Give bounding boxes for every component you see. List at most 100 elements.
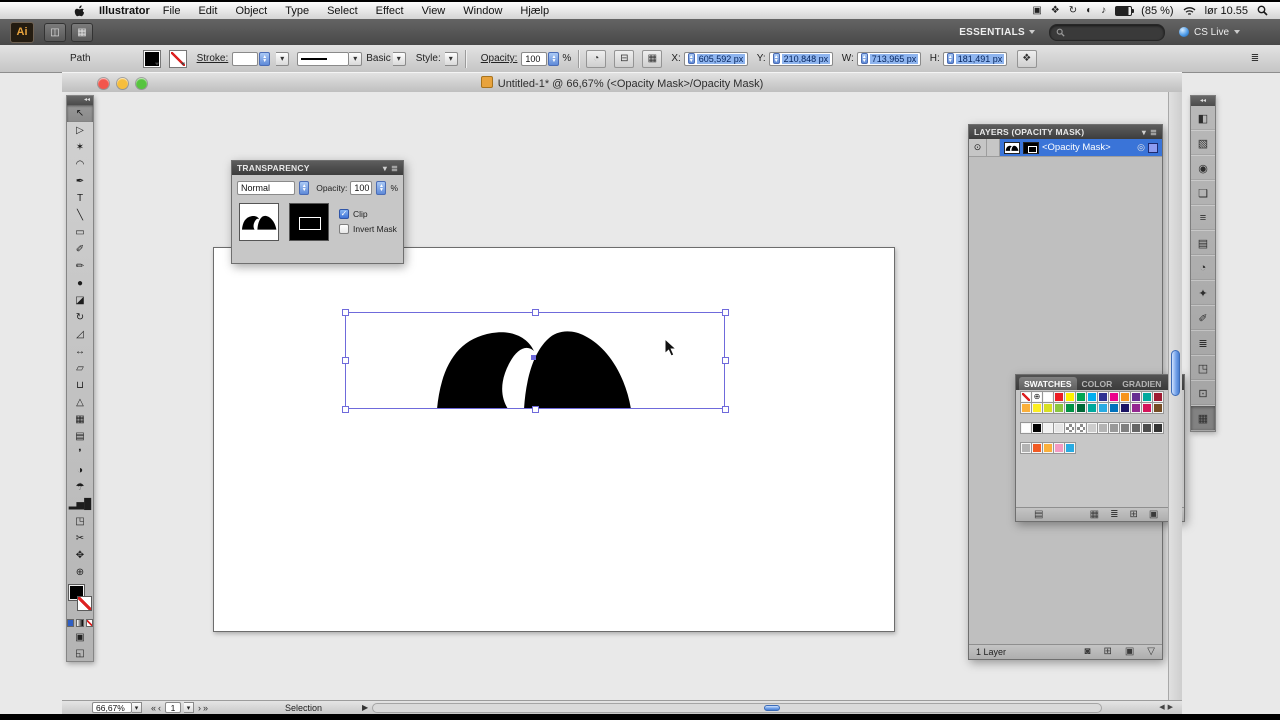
opacity-mask-layer-row[interactable]: <Opacity Mask> — [969, 139, 1162, 157]
opacity-mask-thumbnail[interactable] — [289, 203, 329, 241]
clip-checkbox-row[interactable]: Clip — [339, 209, 397, 219]
gradient-tool[interactable]: ▤ — [67, 428, 93, 445]
width-field[interactable]: 713,965 px — [856, 51, 921, 66]
swatch-libraries-button[interactable]: ▤ — [1034, 509, 1043, 520]
new-swatch-button[interactable]: ▣ — [1149, 509, 1158, 520]
recolor-artwork-button[interactable]: ◔ — [586, 49, 607, 68]
menu-effect[interactable]: Effect — [367, 5, 413, 17]
swatch[interactable] — [1043, 443, 1053, 453]
zoom-level-field[interactable]: 66,67% — [92, 702, 132, 713]
dock-appearance-icon[interactable]: ◉ — [1191, 156, 1215, 181]
go-to-bridge-button[interactable]: ◫ — [44, 22, 66, 42]
new-sublayer-button[interactable]: ⊞ — [1103, 647, 1111, 657]
mask-thumbnail[interactable] — [1023, 141, 1039, 154]
dock-layers-icon[interactable]: ≣ — [1191, 331, 1215, 356]
swatch[interactable] — [1043, 403, 1053, 413]
spaces-menu-icon[interactable]: ❖ — [1051, 5, 1060, 16]
dock-artboards-icon[interactable]: ◳ — [1191, 356, 1215, 381]
vertical-scrollbar[interactable] — [1168, 92, 1182, 700]
swatch[interactable] — [1021, 443, 1031, 453]
swatch[interactable] — [1065, 443, 1075, 453]
swatch[interactable] — [1153, 423, 1163, 433]
artboard-tool[interactable]: ◳ — [67, 513, 93, 530]
menu-illustrator[interactable]: Illustrator — [99, 5, 150, 17]
drawing-modes-button[interactable] — [67, 629, 93, 645]
pen-tool[interactable]: ✒ — [67, 173, 93, 190]
control-panel-menu-icon[interactable]: ≣ — [1246, 51, 1264, 67]
dock-transparency-icon[interactable]: ◔ — [1191, 256, 1215, 281]
minimize-window-button[interactable] — [117, 77, 128, 89]
swatch[interactable] — [1153, 392, 1163, 402]
swatch-pattern[interactable] — [1065, 423, 1075, 433]
show-swatch-kinds-button[interactable]: ▦ — [1090, 509, 1099, 520]
dock-graphic-styles-icon[interactable]: ❏ — [1191, 181, 1215, 206]
symbol-sprayer-tool[interactable]: ☂ — [67, 479, 93, 496]
last-artboard-button[interactable]: » — [202, 703, 209, 713]
panel-menu-icon[interactable] — [1150, 128, 1157, 137]
stroke-panel-link[interactable]: Stroke: — [197, 53, 229, 64]
perspective-grid-tool[interactable]: △ — [67, 394, 93, 411]
pencil-tool[interactable]: ✏ — [67, 258, 93, 275]
battery-percentage[interactable]: (85 %) — [1141, 5, 1173, 17]
swatch[interactable] — [1054, 443, 1064, 453]
swatch[interactable] — [1032, 423, 1042, 433]
dock-links-icon[interactable]: ⊡ — [1191, 381, 1215, 406]
x-stepper[interactable] — [687, 53, 695, 64]
swatch[interactable] — [1109, 392, 1119, 402]
shape-builder-tool[interactable]: ⊔ — [67, 377, 93, 394]
visibility-eye-icon[interactable] — [969, 139, 987, 156]
selection-handle-nw[interactable] — [342, 309, 349, 316]
mesh-tool[interactable]: ▦ — [67, 411, 93, 428]
zoom-window-button[interactable] — [136, 77, 147, 89]
menu-edit[interactable]: Edit — [189, 5, 226, 17]
invert-mask-checkbox[interactable] — [339, 224, 349, 234]
apple-menu[interactable] — [72, 4, 85, 18]
none-mode-button[interactable] — [85, 619, 93, 627]
collapse-panel-icon[interactable] — [1142, 128, 1146, 137]
swatch[interactable] — [1142, 403, 1152, 413]
arrange-documents-button[interactable]: ▦ — [71, 22, 93, 42]
isolate-selected-object-button[interactable]: ▦ — [642, 49, 663, 68]
fill-color-well[interactable] — [142, 49, 161, 68]
h-stepper[interactable] — [946, 53, 954, 64]
blob-brush-tool[interactable]: ● — [67, 275, 93, 292]
artboard-dropdown-icon[interactable] — [184, 702, 195, 713]
swatch[interactable] — [1076, 403, 1086, 413]
tools-panel-header[interactable] — [67, 96, 93, 105]
menu-object[interactable]: Object — [226, 5, 276, 17]
tab-swatches[interactable]: SWATCHES — [1019, 377, 1077, 390]
dock-swatches-icon[interactable]: ▦ — [1191, 406, 1215, 431]
selection-handle-se[interactable] — [722, 406, 729, 413]
dock-brushes-icon[interactable]: ✐ — [1191, 306, 1215, 331]
swatch-none[interactable] — [1021, 392, 1031, 402]
swatch[interactable] — [1076, 392, 1086, 402]
color-mode-button[interactable] — [67, 619, 75, 627]
graphic-style-dropdown[interactable] — [444, 51, 458, 66]
horizontal-scrollbar[interactable] — [372, 703, 1102, 713]
spotlight-icon[interactable] — [1257, 5, 1268, 16]
swatch[interactable] — [1142, 392, 1152, 402]
eraser-tool[interactable]: ◪ — [67, 292, 93, 309]
dock-expand-button[interactable] — [1191, 96, 1215, 106]
free-transform-tool[interactable]: ▱ — [67, 360, 93, 377]
artwork-thumbnail[interactable] — [239, 203, 279, 241]
search-input[interactable] — [1048, 23, 1165, 41]
collapse-panel-icon[interactable] — [383, 164, 387, 173]
align-button[interactable]: ⊟ — [614, 49, 635, 68]
swatch[interactable] — [1021, 403, 1031, 413]
delete-layer-button[interactable]: ▽ — [1147, 647, 1155, 657]
time-machine-menu-icon[interactable]: ↻ — [1069, 5, 1077, 16]
swatch[interactable] — [1098, 423, 1108, 433]
swatch-options-button[interactable]: ≣ — [1110, 509, 1118, 520]
vertical-scrollbar-thumb[interactable] — [1171, 350, 1180, 396]
eyedropper-tool[interactable]: ❜ — [67, 445, 93, 462]
tab-color[interactable]: COLOR — [1077, 377, 1118, 390]
layers-panel-header[interactable]: LAYERS (OPACITY MASK) — [969, 125, 1162, 139]
zoom-dropdown-icon[interactable] — [132, 702, 142, 713]
opacity-field[interactable]: 100 — [521, 51, 548, 66]
hand-tool[interactable]: ✥ — [67, 547, 93, 564]
fill-stroke-indicator[interactable] — [67, 583, 93, 617]
menu-type[interactable]: Type — [276, 5, 318, 17]
y-position-field[interactable]: 210,848 px — [768, 51, 833, 66]
swatch-pattern[interactable] — [1076, 423, 1086, 433]
